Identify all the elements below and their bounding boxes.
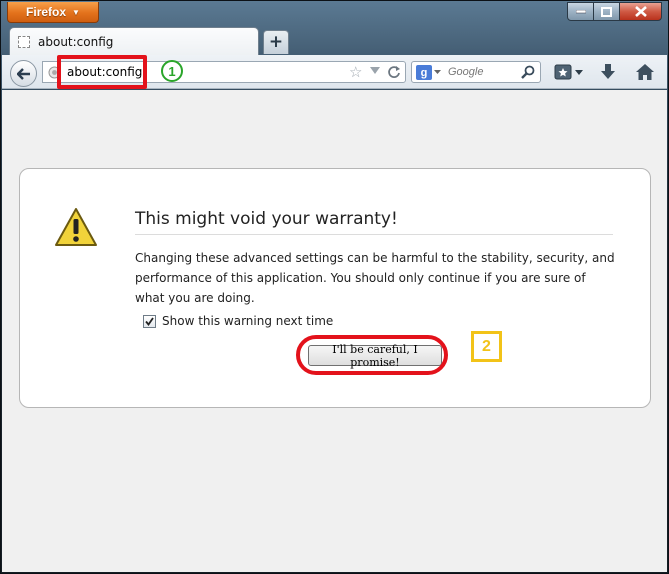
back-button[interactable] xyxy=(10,60,37,87)
browser-window: Firefox ▼ about:config + about:config ☆ … xyxy=(0,0,669,574)
minimize-icon xyxy=(575,9,586,13)
reload-icon[interactable] xyxy=(387,65,401,79)
history-dropdown-icon[interactable] xyxy=(370,67,380,75)
show-warning-checkbox[interactable] xyxy=(143,314,156,328)
bookmarks-menu-button[interactable] xyxy=(550,61,586,83)
downloads-button[interactable] xyxy=(597,62,619,82)
bookmarks-icon xyxy=(554,64,571,80)
home-button[interactable] xyxy=(634,61,656,83)
show-warning-label[interactable]: Show this warning next time xyxy=(162,314,333,328)
checkmark-icon xyxy=(145,316,154,326)
step-2-marker: 2 xyxy=(471,331,502,362)
new-tab-button[interactable]: + xyxy=(263,30,289,54)
page-content: This might void your warranty! Changing … xyxy=(2,90,667,572)
minimize-button[interactable] xyxy=(567,2,594,21)
title-bar: Firefox ▼ xyxy=(1,1,668,27)
home-icon xyxy=(636,64,654,80)
search-bar[interactable]: g Google xyxy=(411,61,541,83)
bookmark-star-icon[interactable]: ☆ xyxy=(349,64,362,80)
plus-icon: + xyxy=(268,32,284,52)
tab-about-config[interactable]: about:config xyxy=(9,27,259,55)
chevron-down-icon xyxy=(574,69,583,75)
search-placeholder: Google xyxy=(448,66,484,78)
back-arrow-icon xyxy=(16,67,30,80)
close-window-button[interactable] xyxy=(619,2,662,21)
show-warning-row: Show this warning next time xyxy=(143,314,333,328)
warning-icon xyxy=(55,208,97,246)
google-engine-icon[interactable]: g xyxy=(416,65,432,80)
download-arrow-icon xyxy=(601,64,615,79)
maximize-icon xyxy=(601,6,612,17)
engine-dropdown-icon[interactable] xyxy=(434,70,441,75)
tab-strip: about:config + xyxy=(1,27,668,55)
url-highlight-box xyxy=(57,55,147,89)
dialog-title: This might void your warranty! xyxy=(135,209,613,235)
dialog-body-text: Changing these advanced settings can be … xyxy=(135,251,615,305)
firefox-menu-button[interactable]: Firefox ▼ xyxy=(7,2,99,23)
search-magnifier-icon[interactable] xyxy=(521,65,535,79)
tab-label: about:config xyxy=(38,34,114,49)
maximize-button[interactable] xyxy=(593,2,620,21)
button-highlight-oval xyxy=(296,335,448,375)
chevron-down-icon: ▼ xyxy=(72,7,80,17)
blank-page-icon xyxy=(18,35,30,48)
close-icon xyxy=(634,6,647,17)
window-controls xyxy=(567,2,662,21)
step-1-marker: 1 xyxy=(161,60,183,82)
firefox-menu-label: Firefox xyxy=(26,5,67,19)
